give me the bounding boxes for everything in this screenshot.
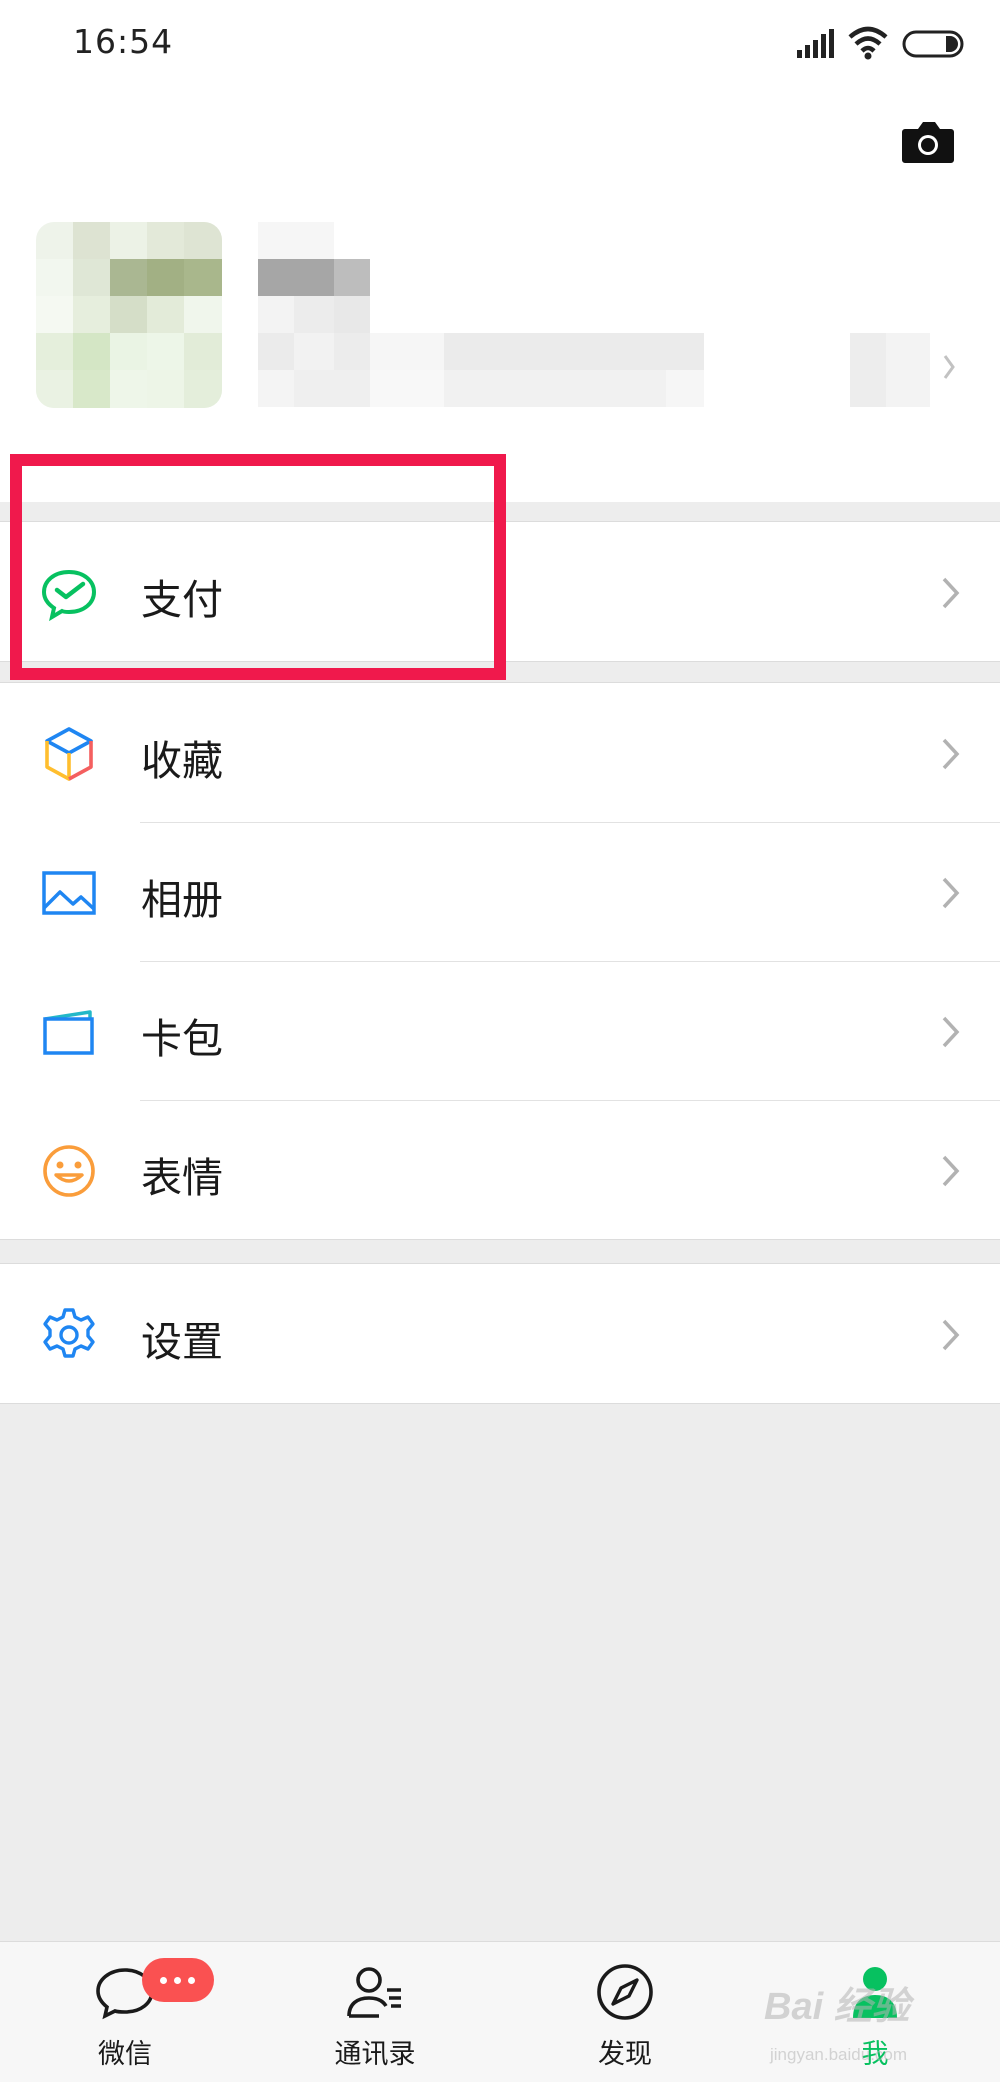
profile-id bbox=[258, 333, 704, 407]
emoji-icon bbox=[43, 1145, 95, 1197]
tab-contacts[interactable]: 通讯录 bbox=[295, 1942, 455, 2082]
annotation-highlight-box bbox=[10, 454, 506, 680]
features-group: 收藏 相册 卡包 表情 bbox=[0, 682, 1000, 1240]
unread-badge bbox=[142, 1958, 214, 2002]
card-wallet-icon bbox=[43, 1010, 94, 1055]
menu-item-label: 收藏 bbox=[141, 737, 223, 785]
profile-header: 16:54 bbox=[0, 0, 1000, 502]
menu-item-stickers[interactable]: 表情 bbox=[0, 1100, 1000, 1239]
menu-item-settings[interactable]: 设置 bbox=[0, 1264, 1000, 1403]
chevron-right-icon bbox=[942, 1319, 960, 1351]
battery-icon bbox=[902, 30, 964, 58]
chevron-right-icon bbox=[942, 577, 960, 609]
watermark-url: jingyan.baidu.com bbox=[770, 2045, 908, 2064]
tab-chats[interactable]: 微信 bbox=[45, 1942, 214, 2082]
tab-discover[interactable]: 发现 bbox=[545, 1942, 705, 2082]
wifi-icon bbox=[848, 26, 888, 60]
gear-icon bbox=[43, 1308, 95, 1358]
camera-icon[interactable] bbox=[901, 119, 955, 165]
qr-code-blurred[interactable] bbox=[850, 333, 930, 407]
chevron-right-icon bbox=[942, 1155, 960, 1187]
menu-item-album[interactable]: 相册 bbox=[0, 822, 1000, 961]
album-icon bbox=[42, 871, 96, 915]
status-icons bbox=[796, 26, 966, 66]
tab-label: 通讯录 bbox=[334, 2039, 416, 2070]
favorites-cube-icon bbox=[45, 727, 93, 781]
tab-label: 微信 bbox=[98, 2039, 152, 2070]
chevron-right-icon bbox=[942, 1016, 960, 1048]
menu-item-label: 表情 bbox=[141, 1154, 223, 1202]
chevron-right-icon bbox=[942, 738, 960, 770]
settings-group: 设置 bbox=[0, 1263, 1000, 1404]
chevron-right-icon[interactable] bbox=[942, 352, 956, 382]
compass-icon bbox=[597, 1964, 653, 2020]
menu-item-label: 设置 bbox=[141, 1318, 223, 1366]
signal-icon bbox=[797, 29, 834, 58]
watermark: Bai 经验 bbox=[764, 1986, 910, 2028]
menu-item-card-wallet[interactable]: 卡包 bbox=[0, 961, 1000, 1100]
tab-label: 发现 bbox=[598, 2039, 652, 2070]
menu-item-favorites[interactable]: 收藏 bbox=[0, 683, 1000, 822]
status-time: 16:54 bbox=[73, 22, 174, 61]
chevron-right-icon bbox=[942, 877, 960, 909]
contacts-icon bbox=[347, 1967, 401, 2018]
avatar[interactable] bbox=[36, 222, 222, 408]
menu-item-label: 相册 bbox=[141, 876, 223, 924]
menu-item-label: 卡包 bbox=[141, 1015, 223, 1063]
